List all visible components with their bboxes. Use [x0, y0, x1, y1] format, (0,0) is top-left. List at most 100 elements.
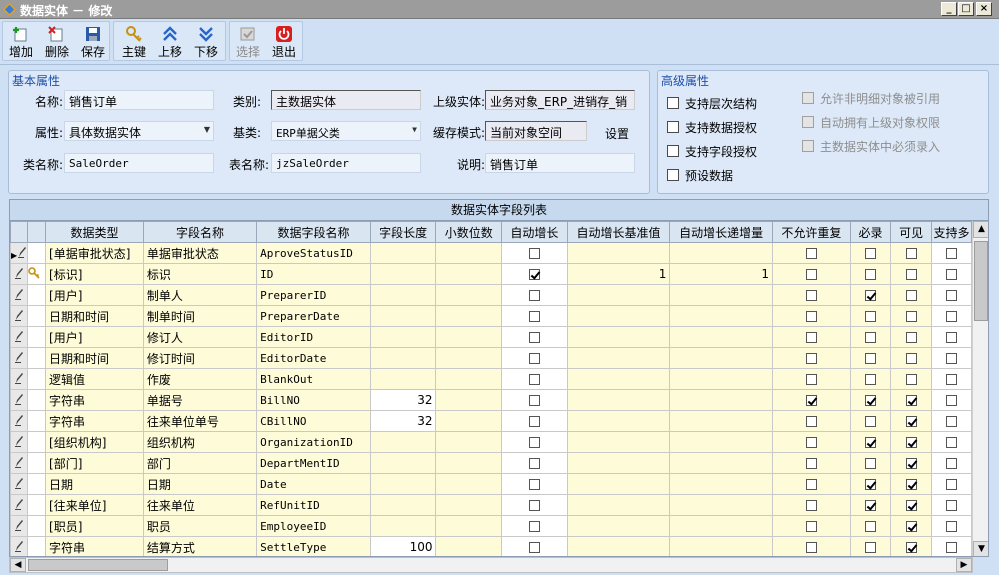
cell-support-multi[interactable]: [930, 473, 972, 495]
cell-auto-base[interactable]: [566, 284, 671, 306]
cell-auto-base[interactable]: 1: [566, 263, 671, 285]
table-row[interactable]: 日期和时间 修订时间 EditorDate: [10, 347, 972, 369]
cell-data-type[interactable]: [部门]: [45, 452, 144, 474]
table-row[interactable]: 日期和时间 制单时间 PreparerDate: [10, 305, 972, 327]
cell-auto-step[interactable]: [669, 368, 773, 390]
cell-db-field-name[interactable]: PreparerID: [256, 284, 371, 306]
row-edit-icon[interactable]: [10, 368, 29, 390]
cell-required-checkbox[interactable]: [864, 479, 876, 490]
scroll-right-arrow[interactable]: ▶: [956, 558, 972, 572]
category-field[interactable]: 主数据实体: [271, 90, 421, 110]
cell-auto-step[interactable]: [669, 515, 773, 537]
cell-auto-increment-checkbox[interactable]: [528, 542, 540, 553]
cell-decimal-places[interactable]: [435, 242, 503, 264]
cell-db-field-name[interactable]: SettleType: [256, 536, 371, 556]
cell-unique[interactable]: [772, 263, 851, 285]
cell-db-field-name[interactable]: CBillNO: [256, 410, 371, 432]
cell-required-checkbox[interactable]: [864, 269, 876, 280]
cell-auto-increment-checkbox[interactable]: [528, 395, 540, 406]
cell-auto-step[interactable]: [669, 452, 773, 474]
cell-visible-checkbox[interactable]: [905, 353, 917, 364]
cell-decimal-places[interactable]: [435, 347, 503, 369]
cell-visible-checkbox[interactable]: [905, 248, 917, 259]
cell-data-type[interactable]: 字符串: [45, 410, 144, 432]
row-edit-icon[interactable]: [10, 431, 29, 453]
cell-visible[interactable]: [890, 473, 932, 495]
cell-required[interactable]: [849, 494, 892, 516]
cell-data-type[interactable]: [组织机构]: [45, 431, 144, 453]
cell-field-length[interactable]: [369, 326, 437, 348]
cell-field-length[interactable]: [369, 305, 437, 327]
name-field[interactable]: 销售订单: [64, 90, 214, 110]
cell-auto-increment[interactable]: [501, 263, 568, 285]
cell-data-type[interactable]: [用户]: [45, 284, 144, 306]
cell-decimal-places[interactable]: [435, 494, 503, 516]
cell-auto-increment-checkbox[interactable]: [528, 437, 540, 448]
cell-required-checkbox[interactable]: [864, 311, 876, 322]
cell-visible[interactable]: [890, 431, 932, 453]
row-edit-icon[interactable]: [10, 410, 29, 432]
cell-auto-step[interactable]: [669, 473, 773, 495]
cell-support-multi-checkbox[interactable]: [945, 353, 957, 364]
cell-decimal-places[interactable]: [435, 536, 503, 556]
cell-auto-increment[interactable]: [501, 242, 568, 264]
cell-decimal-places[interactable]: [435, 452, 503, 474]
cell-visible-checkbox[interactable]: [905, 332, 917, 343]
cell-unique[interactable]: [772, 347, 851, 369]
field-auth-checkbox[interactable]: [667, 145, 679, 157]
cell-required[interactable]: [849, 347, 892, 369]
cache-settings-button[interactable]: 设置: [605, 125, 629, 142]
cell-field-length[interactable]: [369, 368, 437, 390]
cell-support-multi-checkbox[interactable]: [945, 248, 957, 259]
cell-field-name[interactable]: 组织机构: [142, 431, 258, 453]
cell-field-length[interactable]: [369, 347, 437, 369]
cell-support-multi-checkbox[interactable]: [945, 542, 957, 553]
cell-required-checkbox[interactable]: [864, 437, 876, 448]
cache-mode-field[interactable]: 当前对象空间: [485, 121, 587, 141]
row-edit-icon[interactable]: [10, 284, 29, 306]
cell-auto-increment-checkbox[interactable]: [528, 332, 540, 343]
cell-required-checkbox[interactable]: [864, 458, 876, 469]
cell-unique-checkbox[interactable]: [805, 521, 817, 532]
cell-auto-increment[interactable]: [501, 410, 568, 432]
cell-db-field-name[interactable]: Date: [256, 473, 371, 495]
cell-decimal-places[interactable]: [435, 515, 503, 537]
cell-field-name[interactable]: 单据号: [142, 389, 258, 411]
scroll-left-arrow[interactable]: ◀: [10, 558, 26, 572]
cell-required[interactable]: [849, 284, 892, 306]
cell-support-multi-checkbox[interactable]: [945, 521, 957, 532]
cell-field-name[interactable]: 结算方式: [142, 536, 258, 556]
cell-visible-checkbox[interactable]: [905, 521, 917, 532]
cell-support-multi[interactable]: [930, 305, 972, 327]
cell-support-multi-checkbox[interactable]: [945, 395, 957, 406]
cell-auto-base[interactable]: [566, 347, 671, 369]
cell-db-field-name[interactable]: PreparerDate: [256, 305, 371, 327]
cell-visible-checkbox[interactable]: [905, 311, 917, 322]
cell-data-type[interactable]: 日期: [45, 473, 144, 495]
row-edit-icon[interactable]: [10, 494, 29, 516]
cell-auto-increment[interactable]: [501, 473, 568, 495]
cell-auto-step[interactable]: [669, 389, 773, 411]
cell-required-checkbox[interactable]: [864, 416, 876, 427]
cell-field-length[interactable]: [369, 452, 437, 474]
horizontal-scrollbar[interactable]: ◀ ▶: [9, 557, 973, 573]
grid-body[interactable]: 数据类型 字段名称 数据字段名称 字段长度 小数位数 自动增长 自动增长基准值 自动增长递增量…: [10, 221, 972, 556]
cell-auto-increment[interactable]: [501, 368, 568, 390]
cell-visible-checkbox[interactable]: [905, 500, 917, 511]
cell-visible[interactable]: [890, 263, 932, 285]
cell-auto-increment[interactable]: [501, 326, 568, 348]
data-auth-checkbox[interactable]: [667, 121, 679, 133]
cell-visible-checkbox[interactable]: [905, 374, 917, 385]
cell-auto-base[interactable]: [566, 326, 671, 348]
cell-visible[interactable]: [890, 494, 932, 516]
cell-unique-checkbox[interactable]: [805, 311, 817, 322]
cell-decimal-places[interactable]: [435, 326, 503, 348]
cell-auto-increment-checkbox[interactable]: [528, 500, 540, 511]
cell-auto-increment-checkbox[interactable]: [528, 521, 540, 532]
cell-support-multi[interactable]: [930, 452, 972, 474]
hierarchy-checkbox[interactable]: [667, 97, 679, 109]
cell-support-multi[interactable]: [930, 410, 972, 432]
column-header[interactable]: 数据字段名称: [256, 221, 371, 243]
cell-visible-checkbox[interactable]: [905, 479, 917, 490]
cell-auto-base[interactable]: [566, 242, 671, 264]
